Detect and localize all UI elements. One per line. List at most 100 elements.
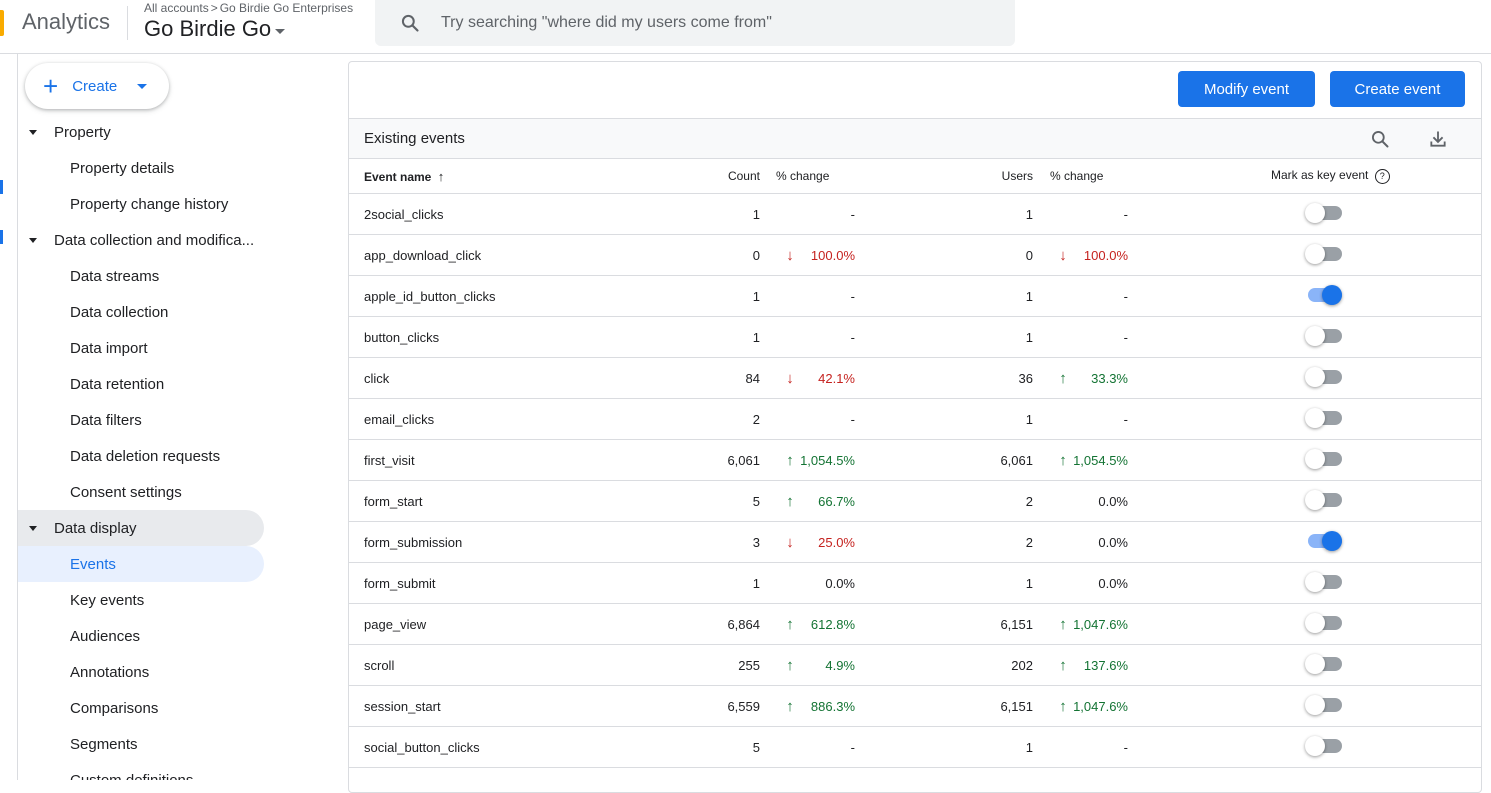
key-event-toggle[interactable] — [1305, 243, 1342, 264]
arrow-up-icon: ↑ — [1059, 369, 1067, 387]
key-event-toggle[interactable] — [1305, 653, 1342, 674]
key-event-toggle[interactable] — [1305, 448, 1342, 469]
sidebar-item-data-filters[interactable]: Data filters — [18, 402, 142, 438]
key-event-toggle[interactable] — [1305, 202, 1342, 223]
column-header-users[interactable]: Users — [855, 159, 1041, 194]
count-cell: 0 — [684, 234, 768, 276]
change-value: 0.0% — [1098, 575, 1128, 591]
key-event-toggle[interactable] — [1305, 366, 1342, 387]
change-value: 25.0% — [818, 534, 855, 550]
key-event-toggle[interactable] — [1305, 530, 1342, 551]
search-icon — [399, 12, 421, 34]
change-value: 1,047.6% — [1073, 616, 1128, 632]
sidebar-item-data-import[interactable]: Data import — [18, 330, 148, 366]
sidebar-item-comparisons[interactable]: Comparisons — [18, 690, 158, 726]
sidebar-item-custom-definitions[interactable]: Custom definitions — [18, 762, 194, 781]
toggle-knob — [1305, 407, 1325, 428]
sidebar-item-consent-settings[interactable]: Consent settings — [18, 474, 182, 510]
sidebar-item-segments[interactable]: Segments — [18, 726, 138, 762]
count-cell: 6,061 — [684, 439, 768, 481]
table-row: app_download_click 0 ↓ 100.0% 0 ↓ 100.0% — [349, 234, 1481, 276]
search-bar[interactable] — [375, 0, 1015, 46]
events-table: Event name ↑ Count % change Users % chan… — [349, 159, 1481, 768]
count-cell: 255 — [684, 644, 768, 686]
sort-arrow-up-icon: ↑ — [437, 168, 445, 184]
column-header-users-change[interactable]: % change — [1041, 159, 1128, 194]
key-event-toggle[interactable] — [1305, 694, 1342, 715]
key-event-toggle[interactable] — [1305, 571, 1342, 592]
count-change-cell: - — [768, 193, 855, 235]
key-event-toggle[interactable] — [1305, 735, 1342, 756]
key-event-cell — [1128, 644, 1481, 686]
change-value: - — [1123, 411, 1128, 427]
property-selector[interactable]: Go Birdie Go — [144, 16, 286, 42]
event-name-cell: page_view — [349, 603, 684, 645]
sidebar-item-key-events[interactable]: Key events — [18, 582, 144, 618]
key-event-toggle[interactable] — [1305, 612, 1342, 633]
count-change-cell: ↑ 4.9% — [768, 644, 855, 686]
key-event-cell — [1128, 685, 1481, 727]
breadcrumb-account[interactable]: Go Birdie Go Enterprises — [220, 1, 353, 15]
count-change-cell: - — [768, 398, 855, 440]
sidebar-item-audiences[interactable]: Audiences — [18, 618, 140, 654]
breadcrumb-separator-icon: > — [210, 1, 218, 15]
users-change-cell: 0.0% — [1041, 521, 1128, 563]
events-panel: Modify event Create event Existing event… — [348, 61, 1482, 793]
sidebar-item-label: Key events — [70, 591, 145, 609]
column-header-count[interactable]: Count — [684, 159, 768, 194]
key-event-cell — [1128, 726, 1481, 768]
count-change-cell: ↓ 25.0% — [768, 521, 855, 563]
sidebar-section-property[interactable]: Property — [18, 114, 111, 150]
count-cell: 84 — [684, 357, 768, 399]
rail-indicator-icon[interactable] — [0, 180, 3, 194]
change-value: - — [850, 329, 855, 345]
key-event-cell — [1128, 316, 1481, 358]
key-event-toggle[interactable] — [1305, 489, 1342, 510]
arrow-up-icon: ↑ — [1059, 451, 1067, 469]
count-cell: 1 — [684, 562, 768, 604]
count-change-cell: ↑ 1,054.5% — [768, 439, 855, 481]
create-button[interactable]: + Create — [25, 63, 169, 109]
key-event-cell — [1128, 562, 1481, 604]
sidebar-item-label: Data deletion requests — [70, 447, 221, 465]
sidebar-item-data-streams[interactable]: Data streams — [18, 258, 159, 294]
users-change-cell: ↑ 1,047.6% — [1041, 603, 1128, 645]
sidebar-item-data-retention[interactable]: Data retention — [18, 366, 164, 402]
search-icon[interactable] — [1368, 127, 1392, 151]
sidebar-item-property-change-history[interactable]: Property change history — [18, 186, 228, 222]
key-event-toggle[interactable] — [1305, 407, 1342, 428]
sidebar-section-data-collection-and-modifica[interactable]: Data collection and modifica... — [18, 222, 254, 258]
key-event-toggle[interactable] — [1305, 284, 1342, 305]
change-value: - — [850, 206, 855, 222]
table-row: form_start 5 ↑ 66.7% 2 0.0% — [349, 480, 1481, 522]
users-change-cell: ↑ 1,047.6% — [1041, 685, 1128, 727]
sidebar-item-property-details[interactable]: Property details — [18, 150, 174, 186]
sidebar-item-label: Property change history — [70, 195, 229, 213]
users-change-cell: - — [1041, 726, 1128, 768]
count-change-cell: ↑ 66.7% — [768, 480, 855, 522]
download-icon[interactable] — [1426, 127, 1450, 151]
modify-event-button[interactable]: Modify event — [1178, 71, 1315, 107]
help-icon[interactable]: ? — [1374, 168, 1390, 184]
event-name-cell: session_start — [349, 685, 684, 727]
sidebar-item-data-deletion-requests[interactable]: Data deletion requests — [18, 438, 220, 474]
toggle-knob — [1322, 284, 1342, 305]
column-header-event-name[interactable]: Event name ↑ — [349, 159, 684, 194]
event-name-cell: email_clicks — [349, 398, 684, 440]
sidebar-item-events[interactable]: Events — [18, 546, 264, 582]
breadcrumb-all-accounts[interactable]: All accounts — [144, 1, 209, 15]
sidebar-item-annotations[interactable]: Annotations — [18, 654, 149, 690]
sidebar-section-data-display[interactable]: Data display — [18, 510, 264, 546]
table-row: session_start 6,559 ↑ 886.3% 6,151 ↑ 1,047.6% — [349, 685, 1481, 727]
users-change-cell: - — [1041, 398, 1128, 440]
sidebar-item-label: Custom definitions — [70, 771, 194, 781]
search-input[interactable] — [439, 13, 1003, 33]
key-event-toggle[interactable] — [1305, 325, 1342, 346]
existing-events-header: Existing events — [349, 119, 1481, 159]
rail-indicator-icon[interactable] — [0, 230, 3, 244]
arrow-up-icon: ↑ — [1059, 615, 1067, 633]
create-event-button[interactable]: Create event — [1330, 71, 1465, 107]
sidebar-item-data-collection[interactable]: Data collection — [18, 294, 168, 330]
users-cell: 6,151 — [855, 685, 1041, 727]
column-header-count-change[interactable]: % change — [768, 159, 855, 194]
